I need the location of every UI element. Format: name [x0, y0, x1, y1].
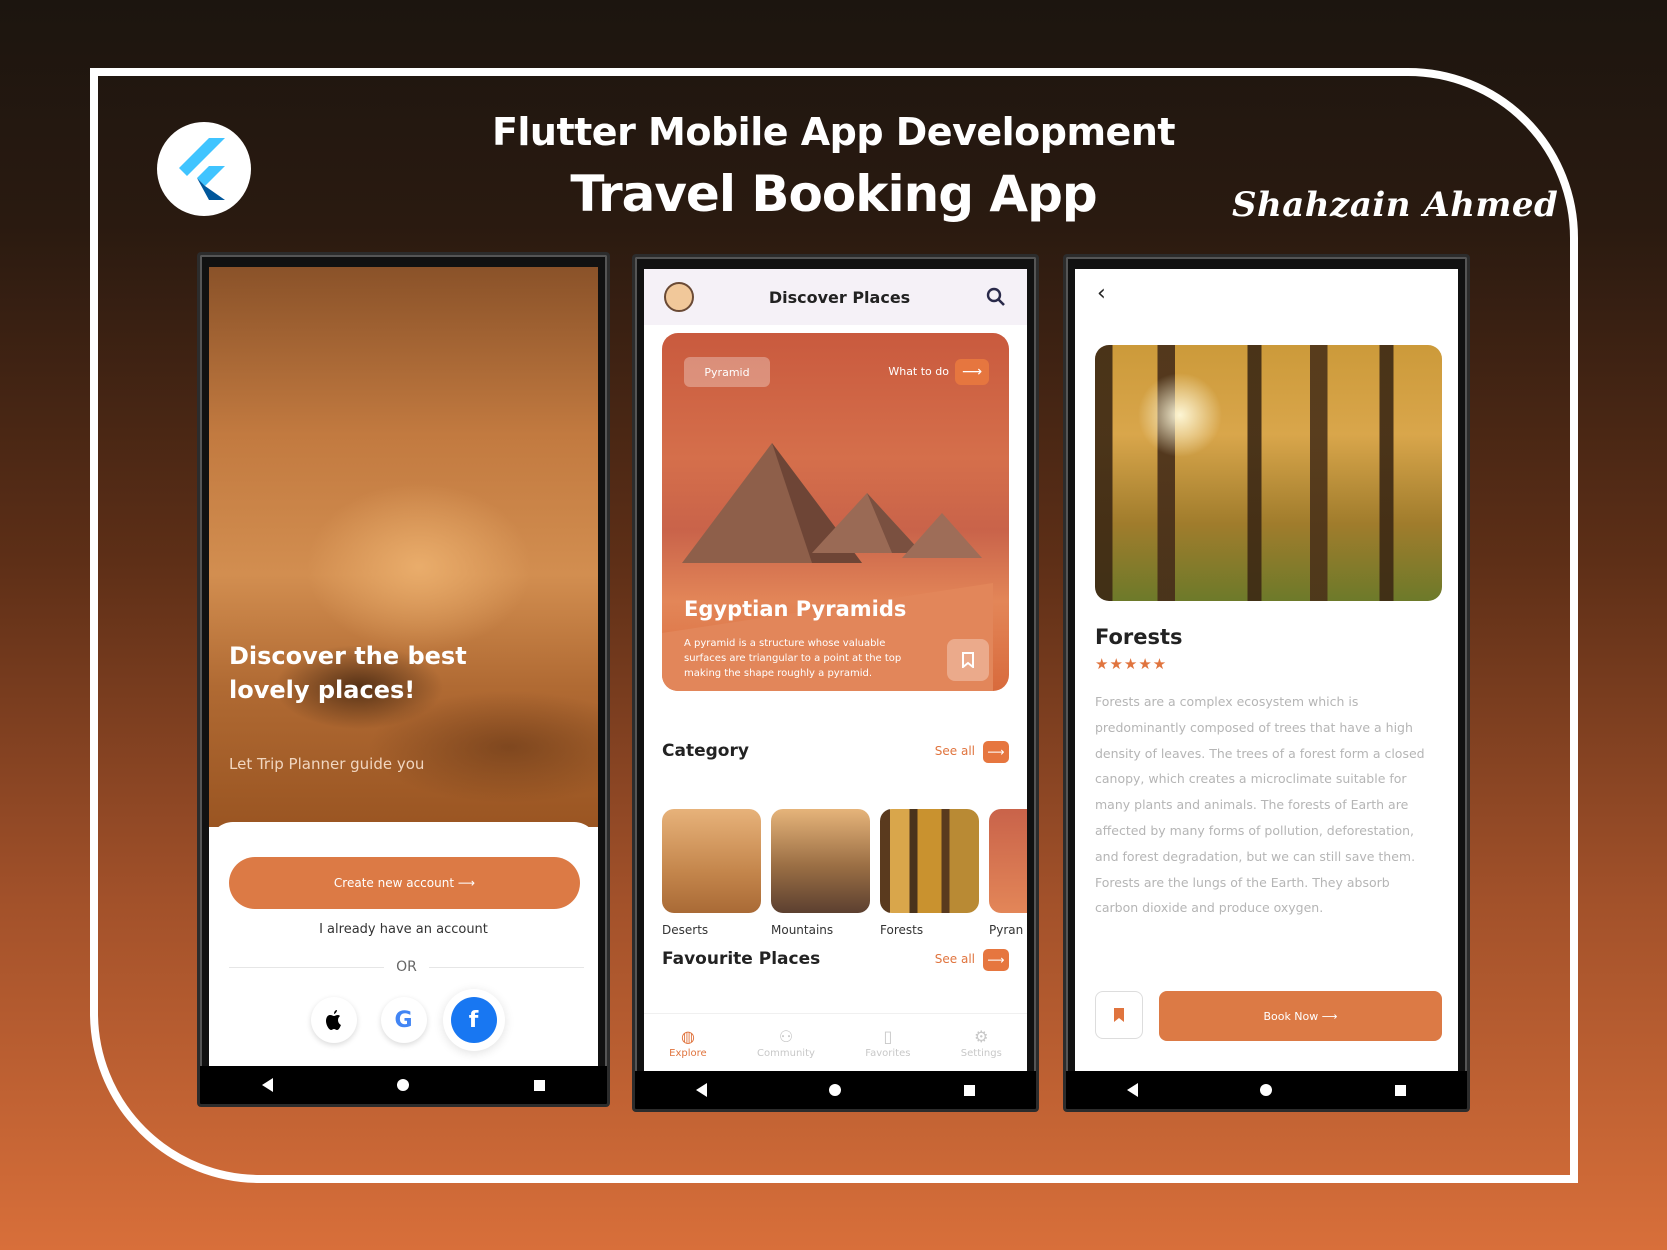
android-navbar — [200, 1066, 607, 1104]
place-description: Forests are a complex ecosystem which is… — [1095, 694, 1425, 916]
author-signature: Shahzain Ahmed — [1232, 185, 1559, 225]
discover-header: Discover Places — [644, 269, 1027, 325]
category-label: Mountains — [771, 923, 834, 937]
globe-icon: ◍ — [680, 1026, 695, 1046]
back-nav-icon[interactable] — [262, 1078, 274, 1092]
or-label: OR — [396, 959, 417, 975]
detail-screen: ‹ Forests ★★★★★ Forests are a complex ec… — [1075, 269, 1458, 1071]
category-item[interactable]: Deserts — [662, 809, 761, 937]
place-title: Forests — [1095, 625, 1183, 649]
category-image — [989, 809, 1027, 913]
category-item[interactable]: Mountains — [771, 809, 870, 937]
favourites-title: Favourite Places — [662, 949, 821, 969]
facebook-login-button[interactable]: f — [450, 997, 497, 1043]
rating-stars: ★★★★★ — [1095, 655, 1168, 673]
google-icon: G — [394, 1007, 413, 1033]
what-to-do-link[interactable]: What to do — [888, 365, 949, 378]
back-arrow-icon[interactable]: ‹ — [1097, 281, 1106, 306]
tab-explore[interactable]: ◍ Explore — [669, 1027, 707, 1059]
back-nav-icon[interactable] — [1127, 1083, 1139, 1097]
place-description: A pyramid is a structure whose valuable … — [684, 638, 902, 679]
page-title: Discover Places — [768, 287, 911, 307]
onboarding-subtitle: Let Trip Planner guide you — [229, 755, 425, 773]
apple-icon — [325, 1010, 341, 1030]
discover-screen: Discover Places Pyramid What to do ⟶ Egy… — [644, 269, 1027, 1071]
facebook-icon: f — [468, 1007, 479, 1033]
category-title: Category — [662, 741, 749, 761]
create-account-button[interactable]: Create new account ⟶ — [229, 857, 580, 909]
onboarding-screen: Discover the best lovely places! Let Tri… — [209, 267, 598, 1066]
arrow-right-icon[interactable]: ⟶ — [983, 949, 1009, 971]
category-label: Pyran — [989, 923, 1024, 937]
phone-discover: Discover Places Pyramid What to do ⟶ Egy… — [632, 254, 1039, 1112]
book-now-button[interactable]: Book Now ⟶ — [1159, 991, 1442, 1041]
home-nav-icon[interactable] — [397, 1079, 410, 1091]
featured-place-card[interactable]: Pyramid What to do ⟶ Egyptian Pyramids A… — [662, 333, 1009, 691]
phone-detail: ‹ Forests ★★★★★ Forests are a complex ec… — [1063, 254, 1470, 1112]
avatar[interactable] — [664, 282, 694, 312]
phone-onboarding: Discover the best lovely places! Let Tri… — [197, 252, 610, 1107]
auth-sheet: Create new account ⟶ I already have an a… — [209, 822, 598, 1066]
bookmark-icon[interactable] — [1095, 991, 1143, 1039]
tab-settings[interactable]: ⚙ Settings — [961, 1027, 1002, 1059]
category-list: Deserts Mountains Forests Pyran — [662, 809, 1027, 937]
arrow-right-icon[interactable]: ⟶ — [983, 741, 1009, 763]
community-icon: ⚇ — [778, 1026, 794, 1046]
category-see-all[interactable]: See all — [935, 744, 975, 758]
home-nav-icon[interactable] — [1260, 1084, 1273, 1096]
category-image — [880, 809, 979, 913]
recent-nav-icon[interactable] — [963, 1084, 975, 1096]
gear-icon: ⚙ — [974, 1026, 989, 1046]
forest-image — [1095, 345, 1442, 601]
social-login-row: G f — [209, 997, 598, 1043]
android-navbar — [635, 1071, 1036, 1109]
category-image — [771, 809, 870, 913]
back-nav-icon[interactable] — [696, 1083, 708, 1097]
category-image — [662, 809, 761, 913]
bookmark-icon[interactable] — [947, 639, 989, 681]
header-title: Flutter Mobile App Development — [491, 110, 1176, 154]
or-divider: OR — [229, 959, 584, 975]
arrow-right-icon[interactable]: ⟶ — [955, 359, 989, 385]
tab-favorites[interactable]: ▯ Favorites — [865, 1027, 910, 1059]
bookmark-icon: ▯ — [883, 1026, 893, 1046]
recent-nav-icon[interactable] — [1394, 1084, 1406, 1096]
search-icon[interactable] — [985, 286, 1007, 308]
onboarding-headline: Discover the best lovely places! — [229, 642, 467, 704]
bottom-tab-bar: ◍ Explore ⚇ Community ▯ Favorites ⚙ Settings — [644, 1013, 1027, 1071]
tab-community[interactable]: ⚇ Community — [757, 1027, 815, 1059]
favourites-see-all[interactable]: See all — [935, 952, 975, 966]
category-item[interactable]: Forests — [880, 809, 979, 937]
recent-nav-icon[interactable] — [533, 1079, 545, 1091]
category-item[interactable]: Pyran — [989, 809, 1027, 937]
category-chip[interactable]: Pyramid — [684, 357, 770, 387]
login-link[interactable]: I already have an account — [209, 922, 598, 937]
google-login-button[interactable]: G — [380, 997, 427, 1043]
category-label: Deserts — [662, 923, 709, 937]
apple-login-button[interactable] — [310, 997, 357, 1043]
category-label: Forests — [880, 923, 924, 937]
android-navbar — [1066, 1071, 1467, 1109]
desert-background-image — [209, 267, 598, 827]
home-nav-icon[interactable] — [829, 1084, 842, 1096]
place-title: Egyptian Pyramids — [684, 597, 907, 621]
